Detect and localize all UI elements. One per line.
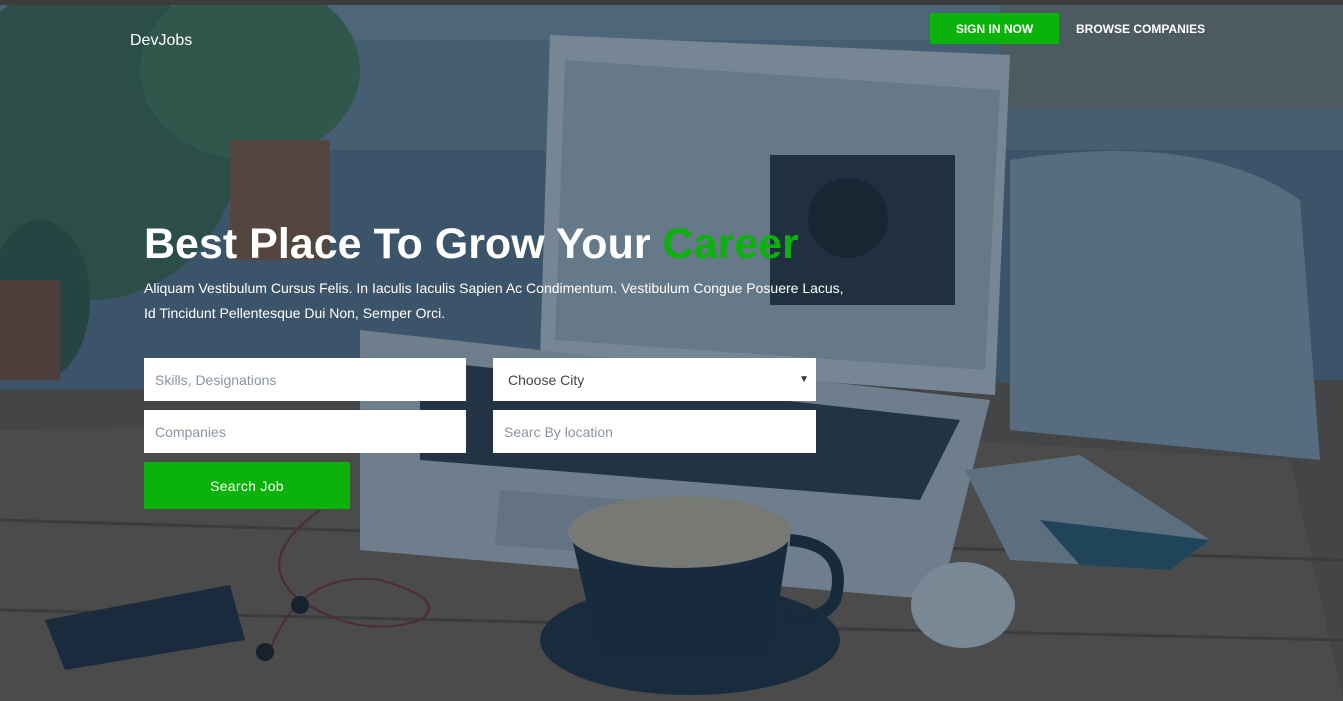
hero-title-accent: Career [662,220,799,268]
dark-overlay [0,0,1343,701]
hero-section: DevJobs SIGN IN NOW BROWSE COMPANIES Bes… [0,0,1343,701]
companies-input[interactable] [144,410,466,453]
city-select[interactable]: Choose City ▼ [493,358,816,401]
hero-title-main: Best Place To Grow Your [144,220,663,268]
skills-input[interactable] [144,358,466,401]
location-input[interactable] [493,410,816,453]
hero-subtitle: Aliquam Vestibulum Cursus Felis. In Iacu… [144,280,844,321]
search-job-button[interactable]: Search Job [144,462,350,509]
brand-logo[interactable]: DevJobs [130,32,192,50]
sign-in-button[interactable]: SIGN IN NOW [930,13,1059,44]
hero-title: Best Place To Grow Your Career [144,218,799,270]
city-select-value: Choose City [508,371,585,388]
caret-down-icon: ▼ [799,374,809,385]
browse-companies-link[interactable]: BROWSE COMPANIES [1076,22,1205,36]
top-nav: SIGN IN NOW BROWSE COMPANIES [930,13,1205,44]
top-edge-bar [0,0,1343,5]
